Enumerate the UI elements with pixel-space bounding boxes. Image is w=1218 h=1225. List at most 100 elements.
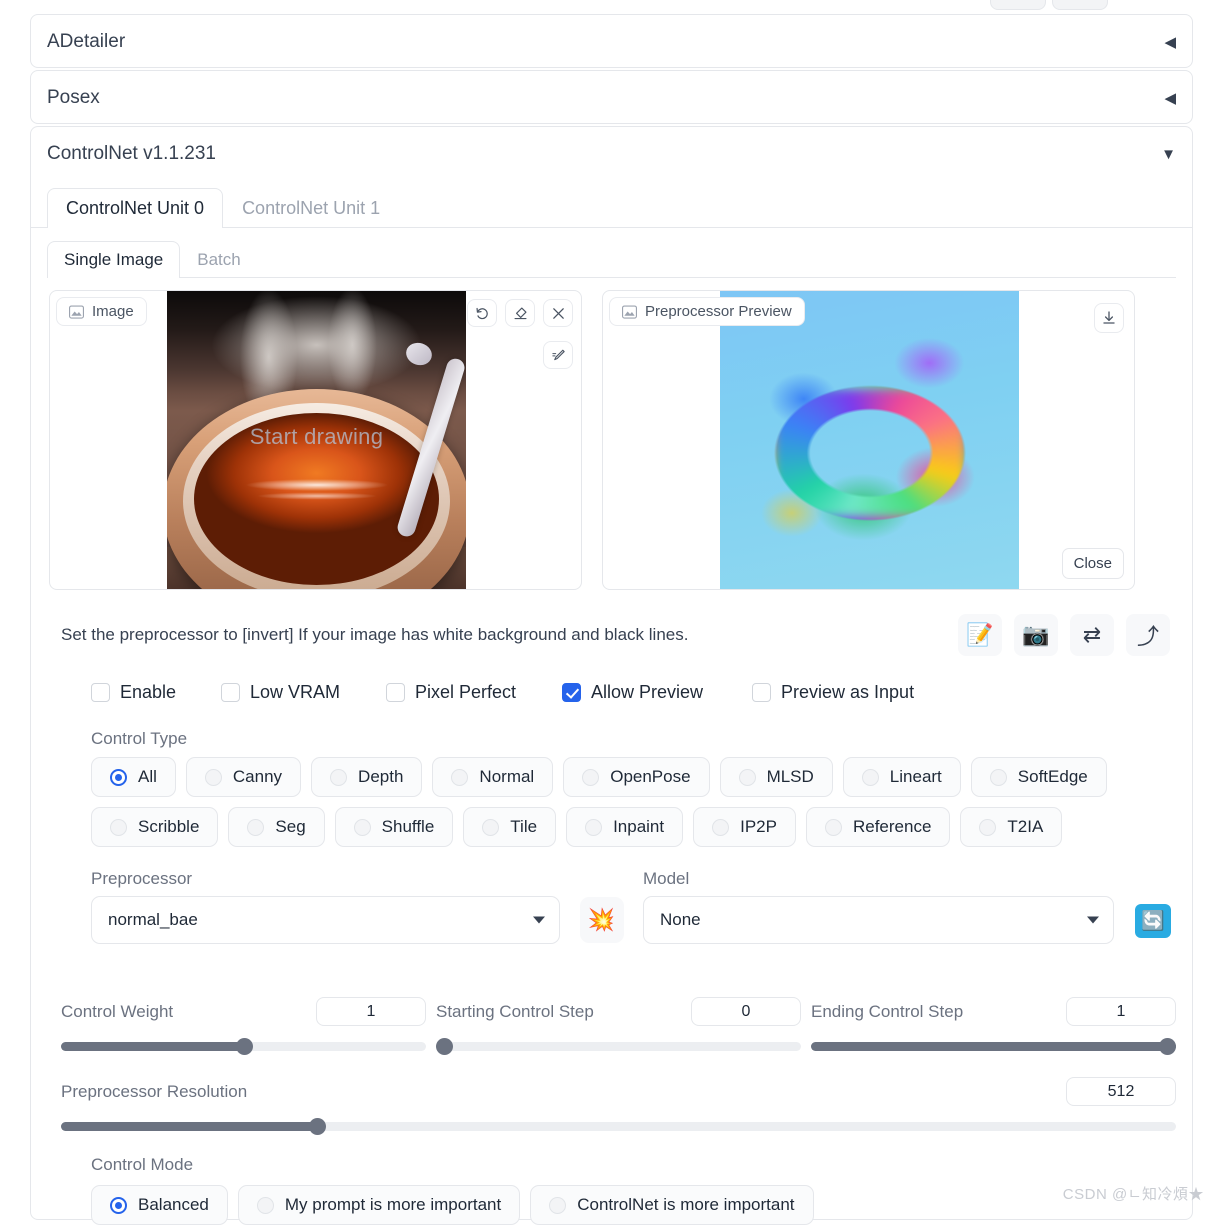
panel-posex-header[interactable]: Posex ◀ [31, 71, 1192, 125]
tab-batch[interactable]: Batch [180, 241, 257, 278]
control-weight-track[interactable] [61, 1038, 426, 1055]
radio-button[interactable] [204, 768, 222, 786]
preprocessor-model-row: Preprocessor normal_bae 💥 Model None 🔄 [31, 847, 1192, 944]
control-type-option-openpose[interactable]: OpenPose [563, 757, 710, 797]
radio-button[interactable] [582, 768, 600, 786]
swap-arrows-icon[interactable]: ⇄ [1070, 614, 1114, 656]
explosion-icon[interactable]: 💥 [579, 897, 624, 943]
radio-button[interactable] [451, 768, 469, 786]
control-type-option-reference[interactable]: Reference [805, 807, 951, 847]
starting-control-step-track[interactable] [436, 1038, 801, 1055]
radio-button[interactable] [330, 768, 348, 786]
preprocessor-resolution-knob[interactable] [309, 1118, 327, 1135]
control-weight-value[interactable]: 1 [316, 997, 426, 1026]
preprocessor-dropdown[interactable]: normal_bae [91, 896, 561, 944]
control-type-option-ip2p[interactable]: IP2P [693, 807, 796, 847]
radio-label: ControlNet is more important [577, 1195, 795, 1214]
chevron-left-icon[interactable]: ◀ [1164, 91, 1176, 106]
camera-icon[interactable]: 📷 [1014, 614, 1058, 656]
control-type-option-normal[interactable]: Normal [432, 757, 554, 797]
radio-button[interactable] [712, 818, 730, 836]
panel-adetailer[interactable]: ADetailer ◀ [30, 14, 1193, 68]
run-preprocessor-wrap: 💥 [560, 897, 643, 944]
control-type-option-lineart[interactable]: Lineart [842, 757, 961, 797]
control-type-option-depth[interactable]: Depth [311, 757, 423, 797]
model-dropdown[interactable]: None [642, 896, 1115, 944]
ending-control-step-value[interactable]: 1 [1066, 997, 1176, 1026]
checkbox-allow-preview[interactable]: Allow Preview [562, 682, 752, 703]
control-weight-knob[interactable] [235, 1038, 253, 1055]
checkbox-low-vram-label: Low VRAM [250, 682, 341, 702]
input-image-box[interactable]: Image Start drawing [49, 290, 582, 590]
radio-label: Reference [852, 817, 932, 836]
control-type-option-tile[interactable]: Tile [463, 807, 557, 847]
ending-control-step-track[interactable] [811, 1038, 1176, 1055]
control-mode-option-my-prompt-is-more-important[interactable]: My prompt is more important [237, 1185, 521, 1225]
control-mode-option-balanced[interactable]: Balanced [91, 1185, 228, 1225]
panel-adetailer-header[interactable]: ADetailer ◀ [31, 15, 1192, 69]
control-type-option-shuffle[interactable]: Shuffle [334, 807, 454, 847]
memo-icon[interactable]: 📝 [958, 614, 1002, 656]
radio-button[interactable] [738, 768, 756, 786]
preprocessor-preview-box[interactable]: Preprocessor Preview Close [602, 290, 1135, 590]
radio-button[interactable] [110, 768, 127, 786]
panel-controlnet-header[interactable]: ControlNet v1.1.231 ▼ [31, 127, 1192, 181]
checkbox-preview-as-input-box[interactable] [752, 683, 771, 702]
control-mode-option-controlnet-is-more-important[interactable]: ControlNet is more important [530, 1185, 814, 1225]
preprocessor-resolution-fill [61, 1122, 318, 1131]
checkbox-pixel-perfect-label: Pixel Perfect [415, 682, 517, 702]
radio-button[interactable] [585, 818, 603, 836]
radio-button[interactable] [824, 818, 842, 836]
checkbox-enable-box[interactable] [91, 683, 110, 702]
checkbox-pixel-perfect[interactable]: Pixel Perfect [386, 682, 562, 703]
chevron-down-icon[interactable]: ▼ [1161, 147, 1176, 162]
close-icon[interactable] [543, 299, 573, 327]
download-icon[interactable] [1094, 303, 1124, 333]
radio-button[interactable] [110, 1196, 127, 1214]
preview-close-button[interactable]: Close [1061, 548, 1124, 579]
radio-button[interactable] [256, 1196, 274, 1214]
preprocessor-resolution-value[interactable]: 512 [1066, 1077, 1176, 1106]
radio-button[interactable] [247, 818, 265, 836]
checkbox-allow-preview-box[interactable] [562, 683, 581, 702]
refresh-icon[interactable]: 🔄 [1135, 904, 1172, 938]
control-type-option-t2ia[interactable]: T2IA [960, 807, 1063, 847]
control-type-option-softedge[interactable]: SoftEdge [970, 757, 1107, 797]
chevron-down-icon[interactable] [533, 916, 546, 924]
radio-button[interactable] [979, 818, 997, 836]
radio-button[interactable] [989, 768, 1007, 786]
arrow-up-right-icon[interactable]: ⤴ [1126, 614, 1170, 656]
radio-button[interactable] [353, 818, 371, 836]
chevron-left-icon[interactable]: ◀ [1164, 35, 1176, 50]
checkbox-enable[interactable]: Enable [91, 682, 221, 703]
undo-icon[interactable] [467, 299, 497, 327]
radio-button[interactable] [482, 818, 500, 836]
top-partial-button-1[interactable] [990, 0, 1046, 10]
checkbox-low-vram[interactable]: Low VRAM [221, 682, 386, 703]
chevron-down-icon[interactable] [1087, 916, 1100, 924]
preprocessor-resolution-track[interactable] [61, 1118, 1176, 1135]
ending-control-step-knob[interactable] [1159, 1038, 1176, 1055]
control-type-option-scribble[interactable]: Scribble [91, 807, 219, 847]
control-type-option-mlsd[interactable]: MLSD [719, 757, 833, 797]
checkbox-preview-as-input[interactable]: Preview as Input [752, 682, 914, 703]
top-partial-button-2[interactable] [1052, 0, 1108, 10]
tab-controlnet-unit-0[interactable]: ControlNet Unit 0 [47, 188, 224, 228]
starting-control-step-value[interactable]: 0 [691, 997, 801, 1026]
checkbox-low-vram-box[interactable] [221, 683, 240, 702]
control-type-option-seg[interactable]: Seg [228, 807, 325, 847]
starting-control-step-knob[interactable] [436, 1038, 453, 1055]
radio-button[interactable] [110, 818, 127, 836]
control-type-option-inpaint[interactable]: Inpaint [566, 807, 684, 847]
eraser-icon[interactable] [505, 299, 535, 327]
panel-posex[interactable]: Posex ◀ [30, 70, 1193, 124]
brush-icon[interactable] [543, 341, 573, 369]
checkbox-pixel-perfect-box[interactable] [386, 683, 405, 702]
tab-controlnet-unit-1[interactable]: ControlNet Unit 1 [223, 188, 399, 228]
radio-button[interactable] [549, 1196, 567, 1214]
radio-button[interactable] [861, 768, 879, 786]
control-type-option-all[interactable]: All [91, 757, 176, 797]
tab-single-image[interactable]: Single Image [47, 241, 181, 278]
radio-label: OpenPose [610, 767, 691, 786]
control-type-option-canny[interactable]: Canny [185, 757, 302, 797]
